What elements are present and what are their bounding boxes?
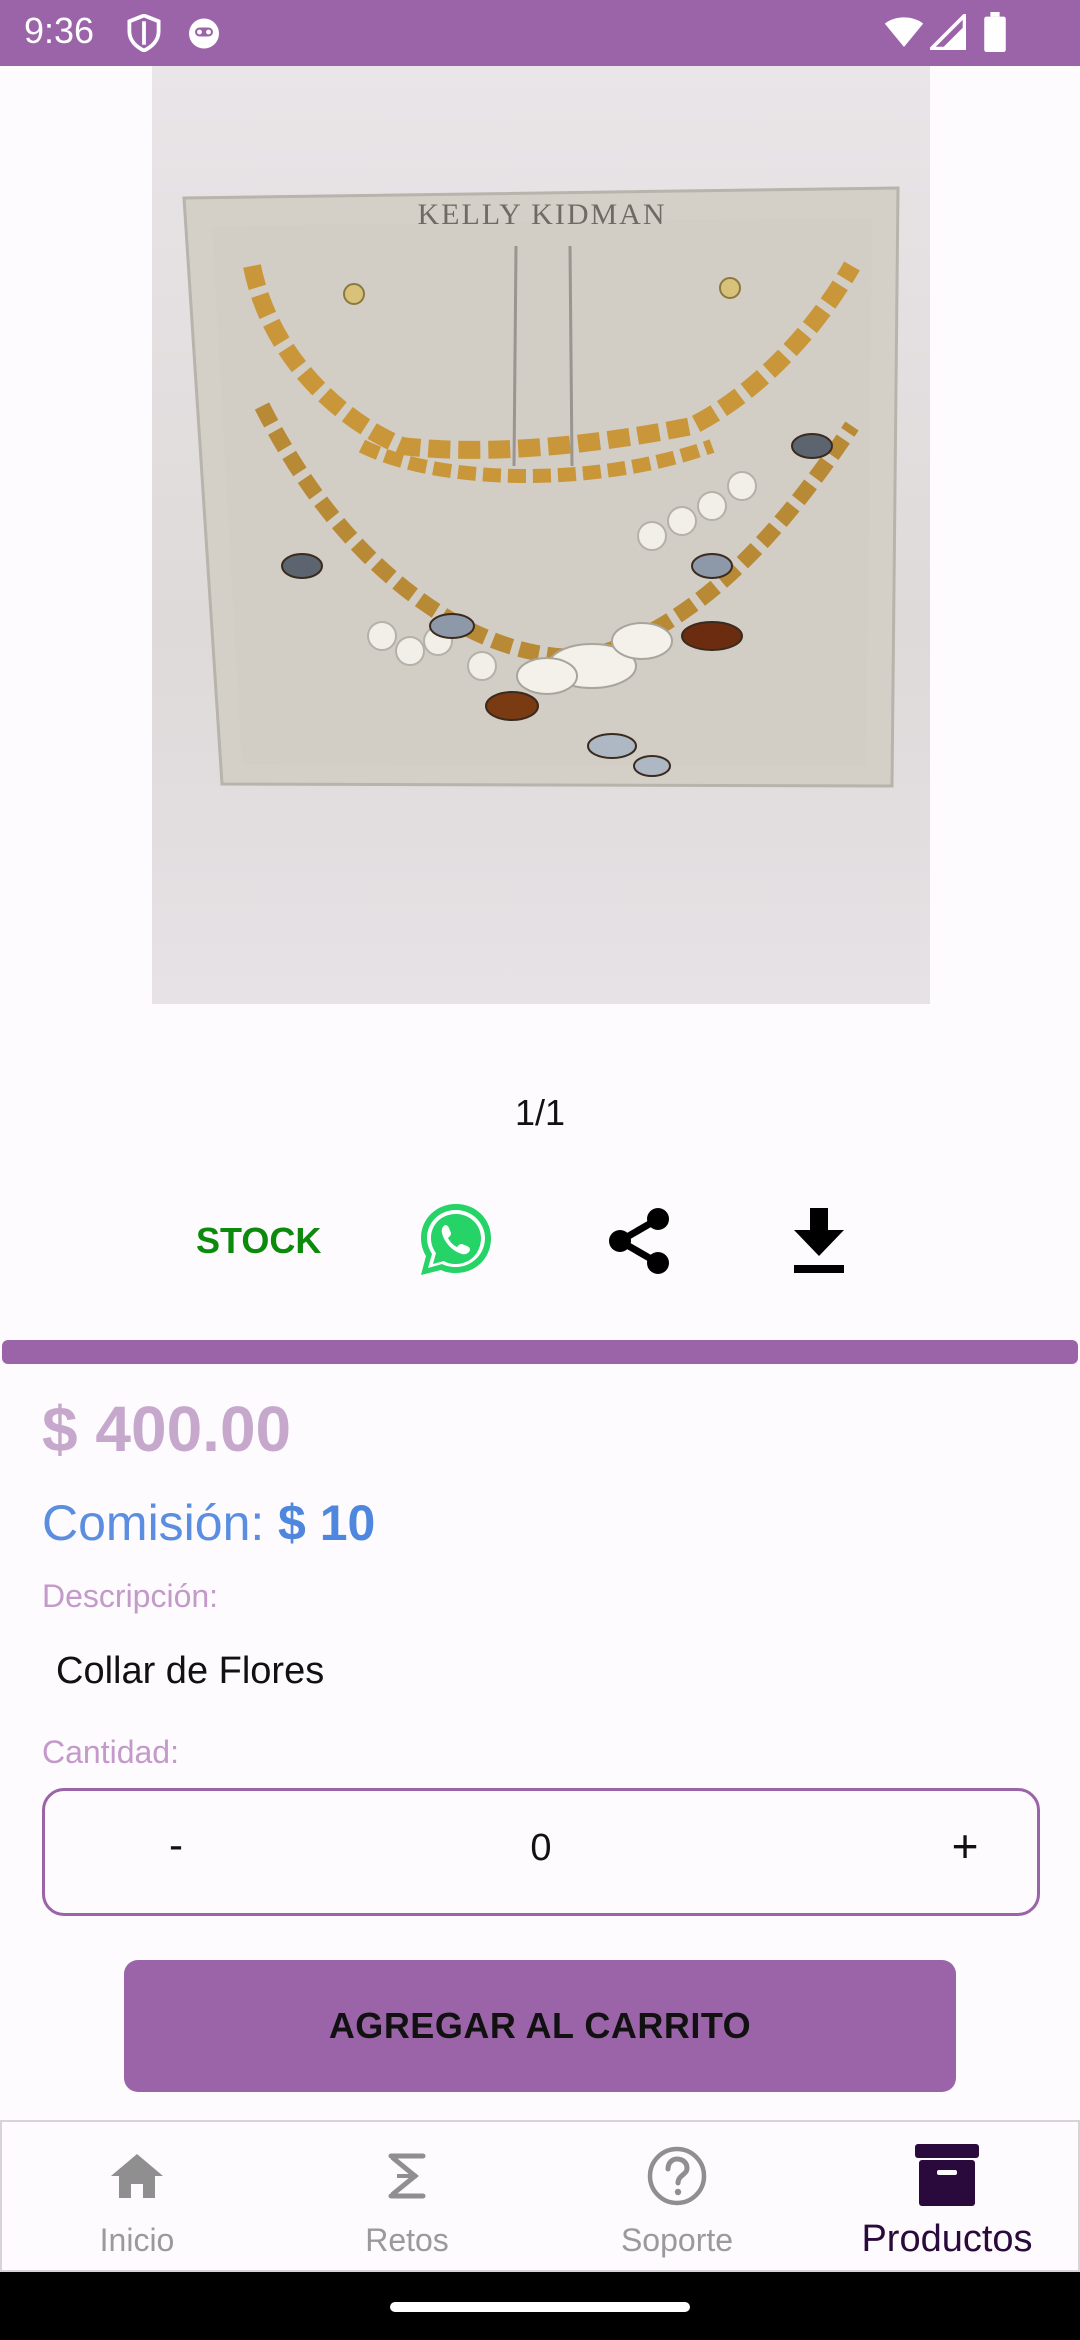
wifi-icon bbox=[884, 17, 924, 47]
signal-icon bbox=[930, 14, 966, 50]
stock-button[interactable]: STOCK bbox=[196, 1220, 321, 1262]
home-gesture-handle[interactable] bbox=[390, 2302, 690, 2312]
commission-value: $ 10 bbox=[278, 1495, 376, 1551]
archive-icon bbox=[915, 2144, 979, 2206]
nav-item-inicio[interactable]: Inicio bbox=[2, 2122, 272, 2272]
nav-label-retos: Retos bbox=[365, 2222, 449, 2258]
status-bar: 9:36 bbox=[0, 0, 1080, 66]
nav-label-soporte: Soporte bbox=[620, 2222, 734, 2258]
quantity-stepper: - 0 + bbox=[42, 1788, 1040, 1916]
increment-button[interactable]: + bbox=[925, 1819, 1005, 1883]
sigma-icon bbox=[388, 2153, 426, 2199]
status-time: 9:36 bbox=[24, 10, 95, 51]
share-icon[interactable] bbox=[606, 1206, 672, 1276]
quantity-value: 0 bbox=[530, 1827, 552, 1869]
add-to-cart-button[interactable]: AGREGAR AL CARRITO bbox=[124, 1960, 956, 2092]
shield-icon bbox=[127, 14, 161, 52]
description-text: Collar de Flores bbox=[56, 1650, 325, 1692]
download-icon[interactable] bbox=[790, 1208, 848, 1274]
section-divider bbox=[2, 1340, 1078, 1364]
help-icon bbox=[647, 2146, 707, 2206]
whatsapp-icon[interactable] bbox=[416, 1200, 496, 1280]
nav-item-productos[interactable]: Productos bbox=[812, 2122, 1080, 2272]
nav-label-inicio: Inicio bbox=[99, 2222, 175, 2258]
product-price: $ 400.00 bbox=[42, 1393, 292, 1465]
product-image[interactable]: KELLY KIDMAN bbox=[152, 66, 930, 1004]
home-icon bbox=[111, 2154, 163, 2198]
battery-icon bbox=[984, 12, 1006, 52]
image-pager: 1/1 bbox=[514, 1092, 566, 1133]
quantity-label: Cantidad: bbox=[42, 1734, 179, 1770]
brand-text: KELLY KIDMAN bbox=[417, 198, 667, 231]
description-label: Descripción: bbox=[42, 1578, 219, 1614]
bottom-navigation: Inicio Retos Soporte Productos bbox=[0, 2120, 1080, 2272]
nav-label-productos: Productos bbox=[861, 2218, 1033, 2260]
commission-label: Comisión: bbox=[42, 1495, 265, 1551]
nav-item-retos[interactable]: Retos bbox=[272, 2122, 542, 2272]
gesture-bar bbox=[0, 2272, 1080, 2340]
nav-item-soporte[interactable]: Soporte bbox=[542, 2122, 812, 2272]
face-icon bbox=[189, 18, 219, 49]
